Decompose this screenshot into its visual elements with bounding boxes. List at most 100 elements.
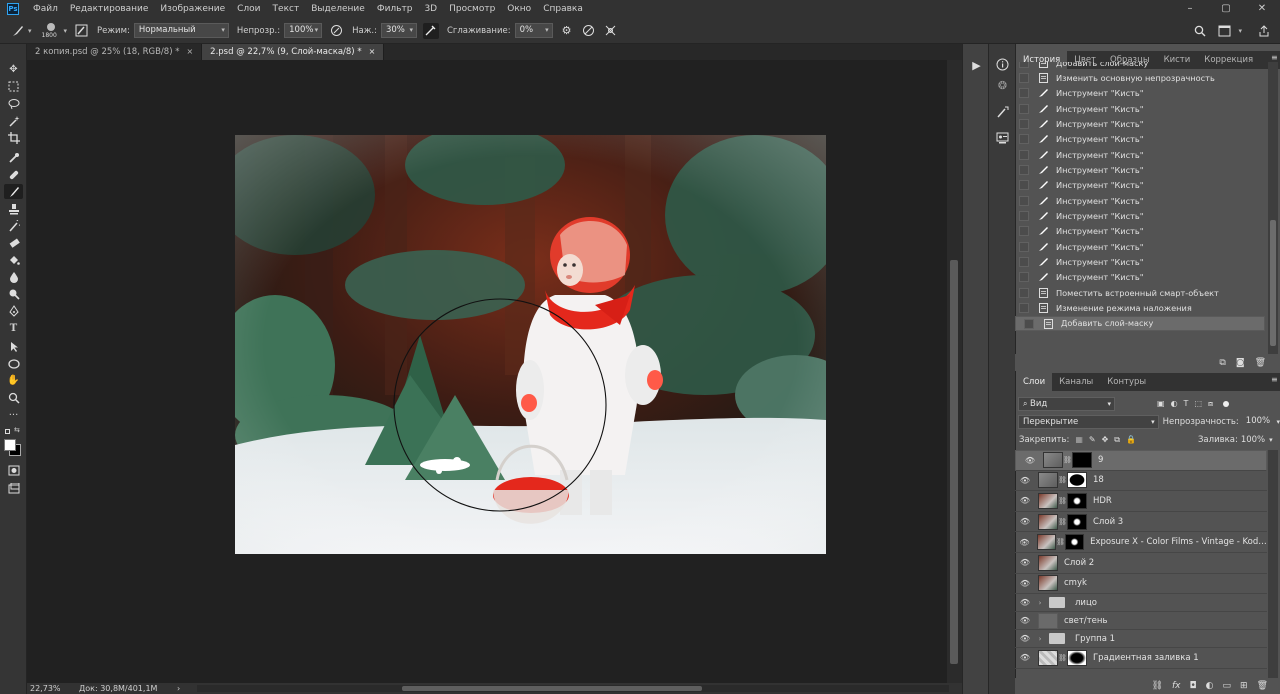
history-item[interactable]: Инструмент "Кисть" [1015,147,1265,162]
layer-thumbnail[interactable] [1043,452,1063,469]
close-window-icon[interactable]: ✕ [1244,0,1280,18]
brush-size-picker[interactable]: 1800 [40,21,64,41]
foreground-color-swatch[interactable] [4,439,16,451]
close-tab-icon[interactable]: × [186,47,193,56]
camera-snapshot-icon[interactable]: ◙ [1236,358,1245,368]
history-source-checkbox[interactable] [1019,257,1029,268]
smoothing-input[interactable]: 0% ▾ [514,23,553,38]
layer-mask-thumbnail[interactable] [1067,513,1087,530]
trash-icon[interactable]: 🗑 [1255,358,1266,368]
lasso-tool-icon[interactable] [4,96,23,111]
path-selection-tool-icon[interactable] [4,339,23,354]
gear-icon[interactable]: ⚙ [559,23,575,39]
layer-thumbnail[interactable] [1038,513,1058,530]
history-item[interactable]: Инструмент "Кисть" [1015,193,1265,208]
default-colors-icon[interactable] [5,429,10,434]
menu-item-0[interactable]: Файл [27,4,64,14]
chain-link-icon[interactable]: ⛓ [1058,476,1067,484]
maximize-icon[interactable]: ▢ [1208,0,1244,18]
properties-icon[interactable] [994,129,1011,146]
menu-item-3[interactable]: Слои [231,4,266,14]
history-source-checkbox[interactable] [1019,88,1029,99]
layer-row[interactable]: 👁 Слой 2 [1015,553,1267,574]
airbrush-icon[interactable] [422,22,439,39]
move-tool-icon[interactable]: ✥ [4,62,23,77]
eye-icon[interactable]: 👁 [1015,616,1035,625]
history-item[interactable]: Инструмент "Кисть" [1015,101,1265,116]
history-item[interactable]: Инструмент "Кисть" [1015,86,1265,101]
history-item[interactable]: Поместить встроенный смарт-объект [1015,285,1265,300]
chevron-down-icon[interactable]: ▾ [1276,418,1280,426]
layer-row[interactable]: 👁 › Группа 1 [1015,630,1267,649]
eye-icon[interactable]: 👁 [1015,579,1035,588]
chevron-down-icon[interactable]: ▾ [64,27,68,35]
history-brush-tool-icon[interactable] [4,218,23,233]
minimize-icon[interactable]: – [1172,0,1208,18]
clone-stamp-tool-icon[interactable] [4,201,23,216]
filter-smart-icon[interactable]: ⧈ [1208,399,1213,409]
lock-pixels-icon[interactable]: ✎ [1089,435,1096,444]
history-item[interactable]: Изменить основную непрозрачность [1015,70,1265,85]
history-source-checkbox[interactable] [1024,318,1034,329]
chain-link-icon[interactable]: ⛓ [1058,518,1067,526]
filter-shape-icon[interactable]: ⬚ [1194,399,1202,408]
history-source-checkbox[interactable] [1019,134,1029,145]
workspace-icon[interactable] [1216,23,1232,39]
pen-tool-icon[interactable] [4,303,23,318]
history-source-checkbox[interactable] [1019,287,1029,298]
opacity-input[interactable]: 100% ▾ [284,23,323,38]
eyedropper-tool-icon[interactable] [4,150,23,165]
blur-tool-icon[interactable] [4,269,23,284]
eye-icon[interactable]: 👁 [1015,476,1035,485]
brush-settings-icon[interactable] [994,104,1011,121]
eye-icon[interactable]: 👁 [1015,558,1035,567]
history-item[interactable]: Инструмент "Кисть" [1015,270,1265,285]
lock-position-icon[interactable]: ✥ [1102,435,1109,444]
more-tools-icon[interactable]: ··· [4,408,23,423]
menu-item-5[interactable]: Выделение [305,4,371,14]
layer-thumbnail[interactable] [1038,492,1058,509]
blend-mode-select[interactable]: Перекрытие ▾ [1018,414,1159,429]
menu-item-4[interactable]: Текст [267,4,306,14]
screen-mode-icon[interactable] [4,481,23,496]
new-document-from-state-icon[interactable]: ⧉ [1219,358,1225,368]
close-tab-icon[interactable]: × [369,47,376,56]
layer-row[interactable]: 👁 ⛓ Градиентная заливка 1 [1015,648,1267,669]
layer-thumbnail[interactable] [1038,649,1058,666]
history-item[interactable]: Инструмент "Кисть" [1015,224,1265,239]
layers-panel-tab[interactable]: Контуры [1100,373,1153,391]
pressure-size-icon[interactable] [581,23,597,39]
panel-menu-icon[interactable]: ≡ [1271,53,1278,62]
history-source-checkbox[interactable] [1019,149,1029,160]
layer-thumbnail[interactable] [1037,534,1057,551]
zoom-level[interactable]: 22,73% [30,683,61,694]
layer-thumbnail[interactable] [1038,472,1058,489]
menu-item-2[interactable]: Изображение [154,4,231,14]
canvas-scroll-thumb[interactable] [950,260,958,664]
chevron-right-icon[interactable]: › [1035,635,1045,643]
eye-icon[interactable]: 👁 [1020,454,1040,467]
share-icon[interactable] [1256,23,1272,39]
layer-row[interactable]: 👁 свет/тень [1015,612,1267,631]
pressure-opacity-icon[interactable] [328,23,344,39]
layer-mask-thumbnail[interactable] [1067,492,1087,509]
layers-panel-tab[interactable]: Слои [1016,373,1053,391]
chain-link-icon[interactable]: ⛓ [1063,454,1072,467]
fill-value[interactable]: 100% [1241,435,1265,445]
zoom-tool-icon[interactable] [4,390,23,405]
status-menu-arrow[interactable]: › [177,683,180,694]
brush-tool-icon[interactable] [4,184,23,199]
layer-row[interactable]: 👁 ⛓ Exposure X - Color Films - Vintage - K… [1015,532,1267,553]
trash-icon[interactable]: 🗑 [1257,681,1268,691]
swap-colors-icon[interactable]: ⇆ [14,426,20,434]
menu-item-7[interactable]: 3D [418,4,443,14]
layer-row[interactable]: 👁 › лицо [1015,594,1267,613]
symmetry-icon[interactable] [603,23,619,39]
history-source-checkbox[interactable] [1019,226,1029,237]
new-layer-icon[interactable]: ⊞ [1240,681,1248,691]
history-item[interactable]: Добавить слой-маску [1015,62,1265,70]
marquee-tool-icon[interactable] [4,79,23,94]
ellipse-tool-icon[interactable] [4,356,23,371]
layer-mask-thumbnail[interactable] [1067,472,1087,489]
chevron-right-icon[interactable]: › [1035,599,1045,607]
